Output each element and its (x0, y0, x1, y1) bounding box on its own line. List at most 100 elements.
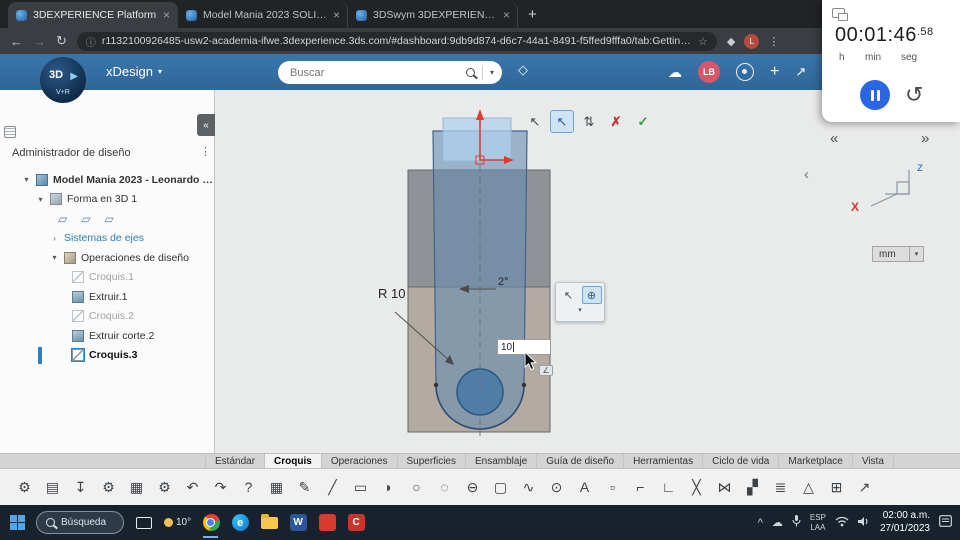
ribbon-tab-herramientas[interactable]: Herramientas (624, 454, 704, 468)
tree-expand-icon[interactable]: ▾ (22, 175, 31, 184)
microphone-icon[interactable] (792, 514, 801, 532)
plane-yz-icon[interactable]: ▱ (81, 212, 90, 226)
tag-icon[interactable]: ◇ (518, 62, 528, 78)
chrome-taskbar-icon[interactable] (202, 514, 220, 538)
language-indicator[interactable]: ESP LAA (810, 513, 826, 531)
plane-zx-icon[interactable]: ▱ (104, 212, 113, 226)
task-view-button[interactable] (135, 514, 153, 532)
wifi-icon[interactable] (835, 514, 849, 532)
dock-panel-icon[interactable] (4, 126, 16, 138)
add-content-button[interactable]: + (770, 63, 779, 81)
validate-sketch-icon[interactable]: ✓ (631, 110, 655, 133)
clock[interactable]: 02:00 a.m. 27/01/2023 (880, 510, 930, 535)
mini-toolbar-chevron-icon[interactable]: ▾ (578, 306, 582, 314)
ribbon-tab-estandar[interactable]: Estándar (205, 454, 266, 468)
sketch-picture-icon[interactable]: ✎ (296, 479, 313, 496)
line-tool-icon[interactable]: ╱ (324, 479, 341, 496)
select-tool-icon[interactable]: ↖ (523, 110, 547, 133)
forward-icon[interactable]: → (33, 34, 46, 49)
pattern-tool-icon[interactable]: ▞ (744, 479, 761, 496)
ribbon-tab-operaciones[interactable]: Operaciones (322, 454, 398, 468)
browser-profile-avatar[interactable]: L (744, 33, 760, 49)
bookmark-star-icon[interactable]: ☆ (698, 35, 708, 48)
export-model-icon[interactable]: ↧ (72, 479, 89, 496)
site-info-icon[interactable]: ⓘ (86, 34, 96, 49)
onedrive-cloud-icon[interactable]: ☁ (772, 516, 783, 529)
browser-menu-icon[interactable]: ⋮ (768, 35, 779, 48)
cancel-sketch-icon[interactable]: ✗ (604, 110, 628, 133)
help-icon[interactable]: ? (240, 479, 257, 495)
mini-select-icon[interactable]: ↖ (559, 286, 579, 304)
tree-item-croquis-3[interactable]: Croquis.3 (0, 346, 213, 366)
tree-item-planes[interactable]: ▱ ▱ ▱ (0, 209, 213, 229)
tree-item-operaciones[interactable]: ▾ Operaciones de diseño (0, 248, 213, 268)
taskbar-search[interactable] (36, 511, 124, 534)
text-tool-icon[interactable]: A (576, 479, 593, 495)
tree-item-sistemas-de-ejes[interactable]: › Sistemas de ejes (0, 229, 213, 249)
volume-icon[interactable] (857, 514, 871, 532)
notification-center-icon[interactable] (939, 514, 952, 532)
weather-widget[interactable]: 10° (164, 517, 191, 528)
word-taskbar-icon[interactable]: W (289, 514, 307, 532)
taskbar-search-input[interactable] (61, 517, 117, 528)
tree-item-extruir-1[interactable]: Extruir.1 (0, 287, 213, 307)
browser-tab-3dexperience[interactable]: 3DEXPERIENCE Platform × (8, 2, 178, 28)
preferences-gear-icon[interactable]: ⚙ (156, 479, 173, 496)
ribbon-tab-guia-de-diseno[interactable]: Guía de diseño (537, 454, 625, 468)
browser-tab-3dswym[interactable]: 3DSwym 3DEXPERIENCE Edu | S... × (348, 2, 518, 28)
ribbon-tab-superficies[interactable]: Superficies (398, 454, 466, 468)
viewport[interactable]: ↖ ↖ ⇅ ✗ ✓ R 10 2° 10 ↖ ⊕ ▾ « » ‹ z X mm ▾ (215, 90, 960, 453)
tree-expand-icon[interactable]: ▾ (50, 253, 59, 262)
arc-tool-icon[interactable]: ◗ (380, 479, 397, 495)
ellipse-tool-icon[interactable]: ⊖ (464, 479, 481, 496)
pan-left-icon[interactable]: « (830, 130, 838, 147)
tree-item-extruir-corte-2[interactable]: Extruir corte.2 (0, 326, 213, 346)
redo-icon[interactable]: ↷ (212, 479, 229, 496)
circle-tool-icon[interactable]: ○ (408, 479, 425, 495)
red-app-taskbar-icon[interactable] (318, 514, 336, 532)
chamfer-tool-icon[interactable]: ∟ (660, 479, 677, 495)
mini-constraint-icon[interactable]: ⊕ (581, 286, 602, 304)
radius-dimension-label[interactable]: R 10 (378, 286, 405, 301)
back-icon[interactable]: ← (10, 34, 23, 49)
tree-expand-icon[interactable]: ▾ (36, 195, 45, 204)
corner-tool-icon[interactable]: ⌐ (632, 479, 649, 495)
spline-tool-icon[interactable]: ∿ (520, 479, 537, 496)
units-dropdown[interactable]: mm ▾ (872, 246, 924, 262)
collapse-panel-button[interactable]: « (197, 114, 215, 136)
app-switcher[interactable]: xDesign ▾ (106, 64, 162, 79)
plane-xy-icon[interactable]: ▱ (58, 212, 67, 226)
search-icon[interactable] (465, 68, 475, 77)
ribbon-tab-vista[interactable]: Vista (853, 454, 894, 468)
point-circle-tool-icon[interactable]: ⊙ (548, 479, 565, 496)
expand-right-panel-icon[interactable]: » (921, 130, 929, 147)
global-search[interactable]: ▾ (278, 61, 502, 84)
file-explorer-taskbar-icon[interactable] (260, 513, 278, 532)
tree-item-croquis-2[interactable]: Croquis.2 (0, 307, 213, 327)
tab-close-icon[interactable]: × (333, 8, 340, 22)
reload-icon[interactable]: ↻ (56, 33, 67, 49)
point-tool-icon[interactable]: ▫ (604, 479, 621, 495)
collapse-right-icon[interactable]: ‹ (804, 166, 809, 183)
cloud-icon[interactable]: ☁ (668, 64, 682, 81)
share-icon[interactable]: ↗ (795, 64, 806, 80)
triangle-tool-icon[interactable]: △ (800, 479, 817, 496)
tree-root-model[interactable]: ▾ Model Mania 2023 - Leonardo Bar... (0, 170, 213, 190)
settings-gear-icon[interactable]: ⚙ (16, 479, 33, 496)
machine-settings-icon[interactable]: ⚙ (100, 479, 117, 496)
tree-item-croquis-1[interactable]: Croquis.1 (0, 268, 213, 288)
ribbon-tab-marketplace[interactable]: Marketplace (779, 454, 853, 468)
3dexperience-compass-logo[interactable]: 3D ▶ V+R (40, 57, 86, 103)
community-icon[interactable] (736, 63, 754, 81)
mirror-tool-icon[interactable]: ⋈ (716, 479, 733, 496)
panel-menu-icon[interactable]: ⋮ (200, 145, 211, 158)
sketch-canvas[interactable] (215, 90, 960, 453)
tab-close-icon[interactable]: × (163, 8, 170, 22)
undo-icon[interactable]: ↶ (184, 479, 201, 496)
tree-collapsed-icon[interactable]: › (50, 234, 59, 243)
user-avatar[interactable]: LB (698, 61, 720, 83)
browser-tab-model-mania[interactable]: Model Mania 2023 SOLIDWORK... × (178, 2, 348, 28)
pause-button[interactable] (860, 80, 890, 110)
extensions-icon[interactable]: ◆ (727, 35, 735, 48)
ribbon-tab-croquis[interactable]: Croquis (265, 454, 322, 468)
